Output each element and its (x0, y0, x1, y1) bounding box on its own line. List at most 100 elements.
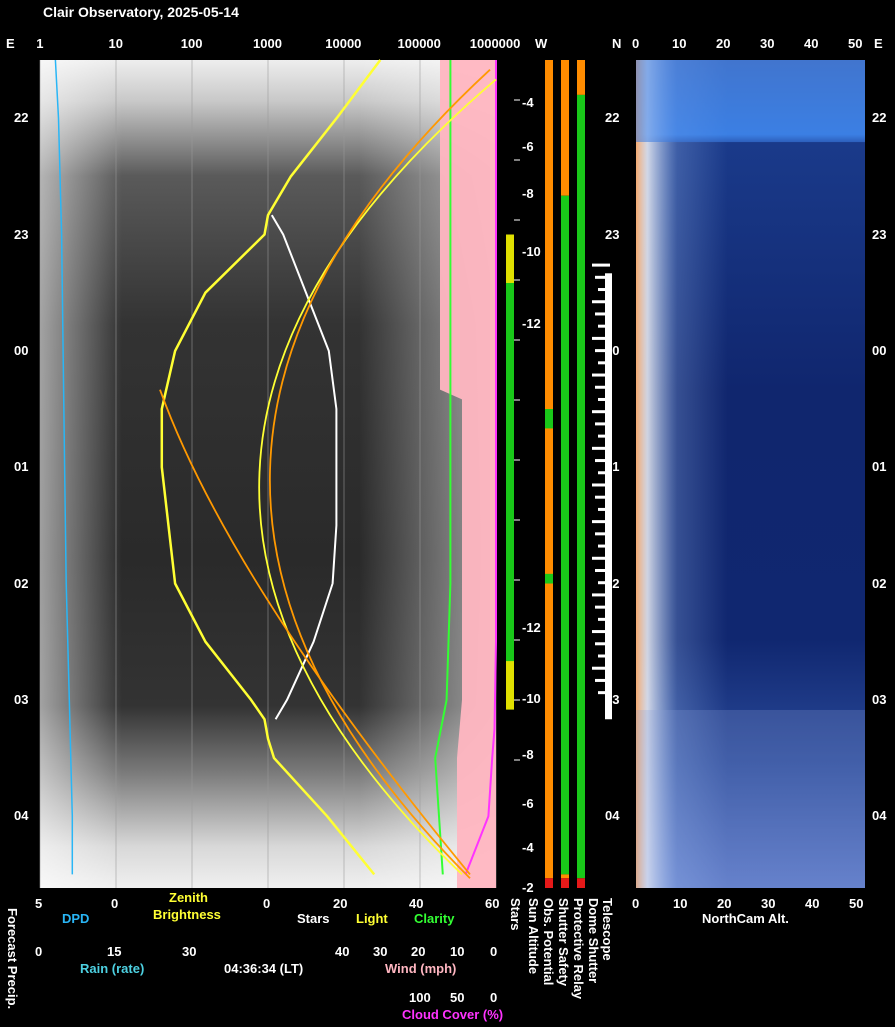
observatory-chart (39, 59, 865, 888)
sun-altitude-label: -2 (522, 880, 534, 895)
sqm-scale-20: 20 (333, 896, 348, 911)
dpd-scale-5: 5 (35, 896, 43, 911)
northcam-scale-50: 50 (849, 896, 864, 911)
status-segment (577, 60, 585, 95)
time-tick-right: 02 (872, 575, 887, 591)
east-label: E (6, 36, 15, 51)
northcam-dawn-band (636, 710, 865, 888)
time-tick-left: 23 (14, 226, 29, 242)
time-tick-right: 22 (872, 110, 887, 126)
telescope-activity (605, 273, 612, 720)
status-segment (545, 878, 553, 888)
time-tick-right: 01 (872, 459, 887, 475)
cloud-scale-100: 100 (409, 990, 431, 1005)
sun-altitude-label: -8 (522, 747, 534, 762)
west-label: W (535, 36, 548, 51)
log-tick-label: 10000 (325, 36, 362, 51)
wind-scale-10: 10 (450, 944, 465, 959)
east-label-right: E (874, 36, 883, 51)
time-tick-left: 04 (14, 808, 29, 824)
time-tick-mid: 23 (605, 226, 620, 242)
alt-tick-label: 10 (672, 36, 687, 51)
rain-scale-15: 15 (107, 944, 122, 959)
time-tick-right: 23 (872, 226, 887, 242)
log-tick-label: 1 (36, 36, 44, 51)
sun-altitude-label: -12 (522, 620, 541, 635)
log-tick-label: 100 (180, 36, 203, 51)
status-segment (561, 878, 569, 888)
north-label: N (612, 36, 622, 51)
log-tick-label: 1000000 (469, 36, 521, 51)
time-tick-right: 04 (872, 808, 887, 824)
sqm-scale-40: 40 (409, 896, 424, 911)
alt-tick-label: 20 (716, 36, 731, 51)
rain-scale-30: 30 (182, 944, 197, 959)
time-tick-mid: 22 (605, 110, 620, 126)
wind-scale-30: 30 (373, 944, 388, 959)
time-tick-mid: 02 (605, 575, 620, 591)
status-label: Protective Relay (571, 898, 586, 1000)
alt-tick-label: 0 (632, 36, 640, 51)
log-tick-label: 1000 (253, 36, 282, 51)
northcam-dusk-band (636, 60, 865, 142)
sun-altitude-label: -12 (522, 316, 541, 331)
northcam-scale-20: 20 (717, 896, 732, 911)
alt-tick-label: 40 (804, 36, 819, 51)
northcam-scale-30: 30 (761, 896, 776, 911)
sun-altitude-label: -10 (522, 244, 541, 259)
light-label: Light (356, 911, 388, 926)
status-label: Telescope (600, 898, 615, 961)
time-tick-right: 00 (872, 342, 887, 358)
time-tick-mid: 00 (605, 342, 620, 358)
clarity-label: Clarity (414, 911, 455, 926)
sun-altitude-label: -4 (522, 840, 534, 855)
timestamp: 04:36:34 (LT) (224, 961, 304, 976)
alt-tick-label: 50 (848, 36, 863, 51)
status-segment (545, 60, 553, 879)
wind-scale-20: 20 (411, 944, 426, 959)
time-tick-left: 01 (14, 459, 29, 475)
sqm-scale-60: 60 (485, 896, 500, 911)
status-segment (577, 94, 585, 879)
sun-altitude-label: -6 (522, 796, 534, 811)
sqm-scale-0: 0 (263, 896, 271, 911)
sun-altitude-label: -8 (522, 186, 534, 201)
cloud-scale-50: 50 (450, 990, 465, 1005)
log-tick-label: 10 (108, 36, 123, 51)
status-label: Shutter Safety (556, 898, 571, 987)
northcam-scale-0: 0 (632, 896, 640, 911)
status-label: Dome Shutter (586, 898, 601, 984)
status-segment (577, 878, 585, 888)
time-tick-left: 03 (14, 691, 29, 707)
northcam-scale-40: 40 (805, 896, 820, 911)
status-label: Stars (508, 898, 523, 931)
time-tick-left: 02 (14, 575, 29, 591)
time-tick-right: 03 (872, 691, 887, 707)
status-segment (561, 60, 569, 196)
status-label: Sun Altitude (526, 898, 541, 975)
cloud-scale-0: 0 (490, 990, 498, 1005)
time-tick-left: 22 (14, 110, 29, 126)
status-segment (545, 409, 553, 429)
log-tick-label: 100000 (397, 36, 441, 51)
time-tick-mid: 01 (605, 459, 620, 475)
zenith-label-1: Zenith (169, 890, 208, 905)
northcam-label: NorthCam Alt. (702, 911, 789, 926)
telescope-activity (592, 263, 610, 267)
wind-label: Wind (mph) (385, 961, 457, 976)
northcam-scale-10: 10 (673, 896, 688, 911)
status-segment (561, 874, 569, 879)
time-tick-mid: 03 (605, 691, 620, 707)
dpd-label: DPD (62, 911, 90, 926)
wind-scale-40: 40 (335, 944, 350, 959)
stars-label: Stars (297, 911, 330, 926)
wind-scale-0: 0 (490, 944, 498, 959)
status-segment (545, 573, 553, 584)
forecast-precip-label: Forecast Precip. (5, 908, 20, 1010)
stars-bar-twilight (506, 661, 514, 710)
zenith-label-2: Brightness (153, 907, 221, 922)
status-segment (561, 195, 569, 875)
sun-altitude-label: -4 (522, 95, 534, 110)
time-tick-left: 00 (14, 342, 29, 358)
cloud-label: Cloud Cover (%) (402, 1007, 504, 1022)
